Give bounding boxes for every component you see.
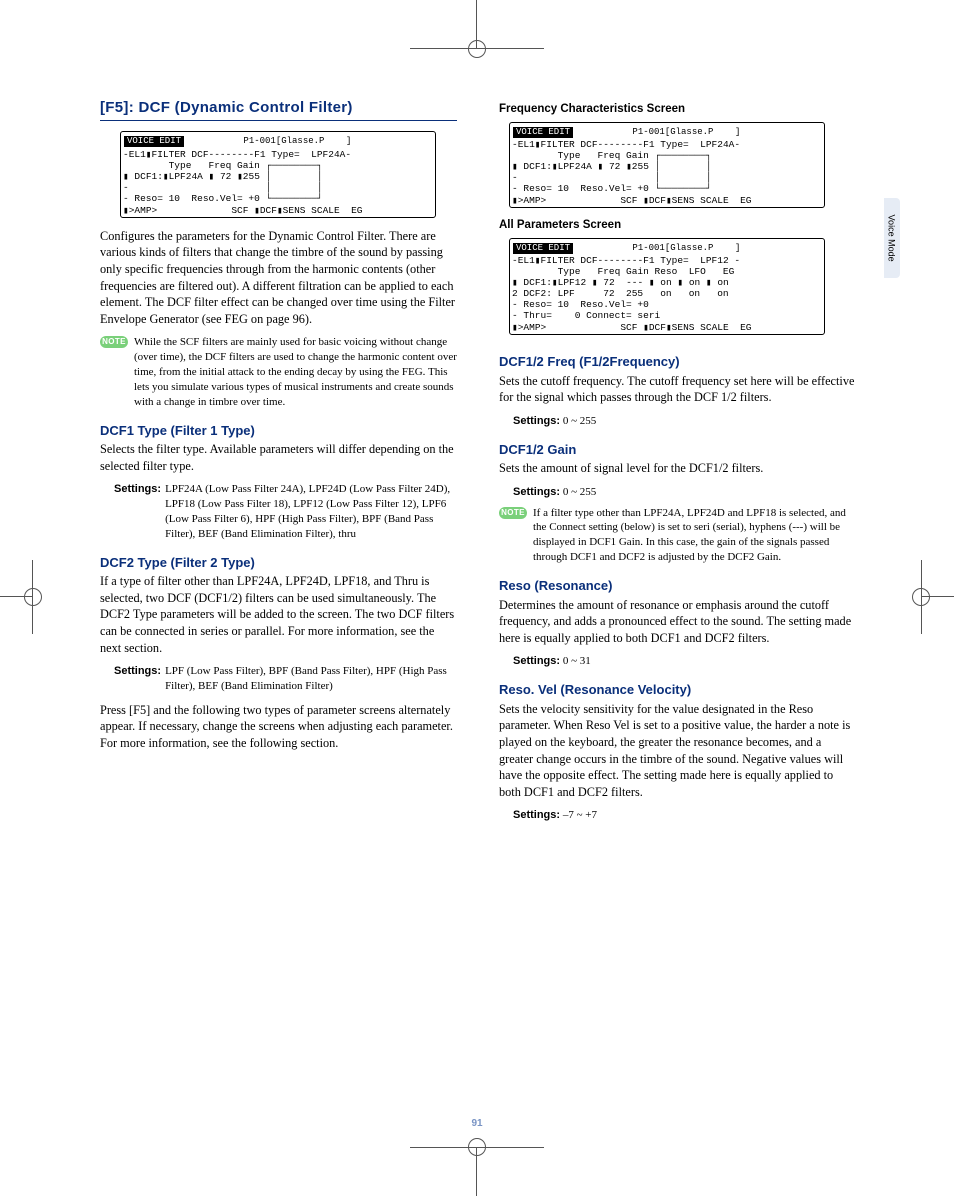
freq-text: Sets the cutoff frequency. The cutoff fr… — [499, 373, 856, 406]
lcd-body: -EL1▮FILTER DCF--------F1 Type= LPF24A- … — [512, 139, 822, 194]
resovel-head: Reso. Vel (Resonance Velocity) — [499, 681, 856, 699]
dcf1-type-head: DCF1 Type (Filter 1 Type) — [100, 422, 457, 440]
note-gain: NOTE If a filter type other than LPF24A,… — [499, 506, 856, 565]
note-text: While the SCF filters are mainly used fo… — [134, 335, 457, 409]
note-scf-dcf: NOTE While the SCF filters are mainly us… — [100, 335, 457, 409]
freq-settings: Settings: 0 ~ 255 — [513, 414, 856, 429]
right-column: Frequency Characteristics Screen VOICE E… — [499, 98, 856, 829]
crop-mark — [912, 588, 930, 606]
lcd-body: -EL1▮FILTER DCF--------F1 Type= LPF24A- … — [123, 149, 433, 204]
gain-text: Sets the amount of signal level for the … — [499, 460, 856, 477]
freq-characteristics-caption: Frequency Characteristics Screen — [499, 102, 856, 118]
gain-head: DCF1/2 Gain — [499, 441, 856, 459]
note-icon: NOTE — [499, 507, 527, 519]
reso-head: Reso (Resonance) — [499, 577, 856, 595]
gain-settings: Settings: 0 ~ 255 — [513, 485, 856, 500]
reso-text: Determines the amount of resonance or em… — [499, 597, 856, 647]
lcd-screen-freq: VOICE EDIT P1-001[Glasse.P ] -EL1▮FILTER… — [509, 122, 825, 209]
lcd-tab: VOICE EDIT — [124, 136, 184, 147]
crop-mark — [468, 1138, 486, 1156]
crop-mark — [468, 40, 486, 58]
crop-mark — [24, 588, 42, 606]
lcd-bottom: ▮>AMP> SCF ▮DCF▮SENS SCALE EG — [512, 322, 822, 333]
page-number: 91 — [0, 1117, 954, 1131]
dcf2-type-settings: Settings: LPF (Low Pass Filter), BPF (Ba… — [114, 664, 457, 694]
side-tab-voice-mode: Voice Mode — [884, 198, 900, 278]
lcd-bottom: ▮>AMP> SCF ▮DCF▮SENS SCALE EG — [123, 205, 433, 216]
section-title: [F5]: DCF (Dynamic Control Filter) — [100, 98, 457, 121]
resovel-settings: Settings: –7 ~ +7 — [513, 808, 856, 823]
lcd-tab: VOICE EDIT — [513, 127, 573, 138]
note-icon: NOTE — [100, 336, 128, 348]
lcd-screen-all: VOICE EDIT P1-001[Glasse.P ] -EL1▮FILTER… — [509, 238, 825, 336]
side-tab-label: Voice Mode — [886, 214, 898, 261]
press-f5-text: Press [F5] and the following two types o… — [100, 702, 457, 752]
lcd-screen-main: VOICE EDIT P1-001[Glasse.P ] -EL1▮FILTER… — [120, 131, 436, 218]
lcd-body: -EL1▮FILTER DCF--------F1 Type= LPF12 - … — [512, 255, 822, 321]
intro-text: Configures the parameters for the Dynami… — [100, 228, 457, 328]
resovel-text: Sets the velocity sensitivity for the va… — [499, 701, 856, 801]
dcf2-type-text: If a type of filter other than LPF24A, L… — [100, 573, 457, 656]
dcf1-type-settings: Settings: LPF24A (Low Pass Filter 24A), … — [114, 482, 457, 541]
dcf2-type-head: DCF2 Type (Filter 2 Type) — [100, 554, 457, 572]
all-parameters-caption: All Parameters Screen — [499, 218, 856, 234]
dcf1-type-text: Selects the filter type. Available param… — [100, 441, 457, 474]
note-text: If a filter type other than LPF24A, LPF2… — [533, 506, 856, 565]
reso-settings: Settings: 0 ~ 31 — [513, 654, 856, 669]
lcd-tab: VOICE EDIT — [513, 243, 573, 254]
lcd-bottom: ▮>AMP> SCF ▮DCF▮SENS SCALE EG — [512, 195, 822, 206]
page-content: [F5]: DCF (Dynamic Control Filter) VOICE… — [100, 98, 860, 829]
left-column: [F5]: DCF (Dynamic Control Filter) VOICE… — [100, 98, 457, 829]
freq-head: DCF1/2 Freq (F1/2Frequency) — [499, 353, 856, 371]
